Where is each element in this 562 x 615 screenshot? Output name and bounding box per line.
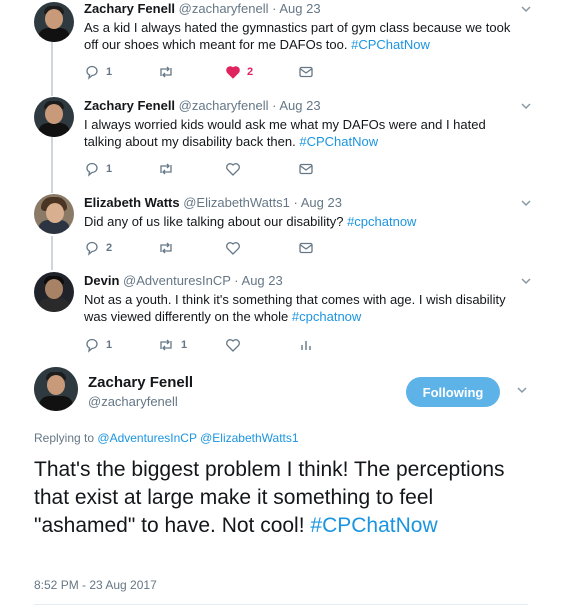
avatar[interactable]	[34, 272, 74, 312]
reply-icon	[86, 241, 98, 256]
separator-dot: ·	[272, 1, 277, 16]
tweet-body: As a kid I always hated the gymnastics p…	[84, 20, 511, 52]
analytics-icon	[301, 341, 311, 350]
reply-icon	[86, 338, 98, 353]
retweet-icon	[160, 242, 172, 254]
tweet-time[interactable]: Aug 23	[242, 273, 283, 288]
tweet-text: I always worried kids would ask me what …	[84, 116, 524, 150]
replying-to: Replying to @AdventuresInCP @ElizabethWa…	[34, 431, 299, 445]
reply-count: 1	[106, 163, 113, 175]
hashtag-link[interactable]: #cpchatnow	[347, 214, 416, 229]
reply-button[interactable]: 2	[84, 240, 112, 256]
hashtag-link[interactable]: #CPChatNow	[310, 514, 437, 537]
separator-dot: ·	[272, 98, 277, 113]
reply-count: 1	[106, 66, 113, 78]
author-name[interactable]: Elizabeth Watts	[84, 195, 180, 210]
reply-button[interactable]: 1	[84, 161, 112, 177]
tweet-text: As a kid I always hated the gymnastics p…	[84, 19, 524, 53]
author-handle[interactable]: @zacharyfenell	[179, 98, 269, 113]
main-tweet-text: That's the biggest problem I think! The …	[34, 456, 514, 540]
tweet-text: Did any of us like talking about our dis…	[84, 213, 524, 230]
heart-icon	[226, 66, 240, 79]
mention-link[interactable]: @AdventuresInCP	[97, 431, 196, 445]
hashtag-link[interactable]: #CPChatNow	[299, 134, 378, 149]
tweet-actions: 1	[84, 161, 384, 177]
tweet-header: Devin @AdventuresInCP · Aug 23	[84, 273, 283, 288]
author-handle[interactable]: @AdventuresInCP	[123, 273, 231, 288]
main-avatar[interactable]	[34, 367, 78, 411]
retweet-icon	[160, 339, 172, 351]
tweet-timestamp[interactable]: 8:52 PM - 23 Aug 2017	[34, 578, 157, 592]
like-button[interactable]	[225, 337, 241, 353]
reply-icon	[86, 65, 98, 80]
author-name[interactable]: Zachary Fenell	[84, 98, 175, 113]
dm-button[interactable]	[298, 64, 314, 80]
mention-link[interactable]: @ElizabethWatts1	[200, 431, 298, 445]
retweet-count: 1	[181, 339, 188, 351]
reply-button[interactable]: 1	[84, 337, 112, 353]
avatar[interactable]	[34, 194, 74, 234]
dm-button[interactable]	[298, 240, 314, 256]
dm-button[interactable]	[298, 161, 314, 177]
heart-icon	[226, 339, 240, 352]
tweet-body: Did any of us like talking about our dis…	[84, 214, 344, 229]
tweet-text: Not as a youth. I think it's something t…	[84, 291, 524, 325]
tweet-time[interactable]: Aug 23	[301, 195, 342, 210]
reply-count: 2	[106, 242, 113, 254]
tweet[interactable]: Elizabeth Watts @ElizabethWatts1 · Aug 2…	[0, 193, 562, 263]
reply-button[interactable]: 1	[84, 64, 112, 80]
tweet-header: Zachary Fenell @zacharyfenell · Aug 23	[84, 1, 321, 16]
tweet-actions: 2	[84, 240, 384, 256]
like-button[interactable]: 2	[225, 64, 253, 80]
main-author-name[interactable]: Zachary Fenell	[88, 374, 193, 391]
tweet-header: Zachary Fenell @zacharyfenell · Aug 23	[84, 98, 321, 113]
separator-dot: ·	[234, 273, 239, 288]
retweet-button[interactable]	[157, 161, 175, 177]
retweet-icon	[160, 66, 172, 78]
heart-icon	[226, 242, 240, 255]
hashtag-link[interactable]: #cpchatnow	[292, 309, 361, 324]
heart-icon	[226, 163, 240, 176]
following-button[interactable]: Following	[406, 377, 500, 407]
author-handle[interactable]: @ElizabethWatts1	[183, 195, 290, 210]
author-handle[interactable]: @zacharyfenell	[179, 1, 269, 16]
envelope-icon	[299, 163, 313, 175]
reply-count: 1	[106, 339, 113, 351]
tweet[interactable]: Zachary Fenell @zacharyfenell · Aug 23 A…	[0, 0, 562, 88]
chevron-down-icon[interactable]	[516, 384, 528, 399]
chevron-down-icon[interactable]	[520, 197, 532, 209]
analytics-button[interactable]	[298, 337, 314, 353]
tweet-body: I always worried kids would ask me what …	[84, 117, 486, 149]
avatar-image	[34, 367, 78, 411]
chevron-down-icon[interactable]	[520, 275, 532, 287]
tweet[interactable]: Devin @AdventuresInCP · Aug 23 Not as a …	[0, 270, 562, 360]
tweet-time[interactable]: Aug 23	[279, 1, 320, 16]
separator-dot: ·	[293, 195, 298, 210]
chevron-down-icon[interactable]	[520, 100, 532, 112]
hashtag-link[interactable]: #CPChatNow	[351, 37, 430, 52]
divider	[34, 604, 528, 605]
tweet-time[interactable]: Aug 23	[279, 98, 320, 113]
author-name[interactable]: Devin	[84, 273, 119, 288]
retweet-icon	[160, 163, 172, 175]
replying-label: Replying to	[34, 431, 95, 445]
main-author-handle[interactable]: @zacharyfenell	[88, 394, 178, 409]
tweet[interactable]: Zachary Fenell @zacharyfenell · Aug 23 I…	[0, 96, 562, 186]
envelope-icon	[299, 66, 313, 78]
retweet-button[interactable]	[157, 64, 175, 80]
like-count: 2	[247, 66, 254, 78]
tweet-header: Elizabeth Watts @ElizabethWatts1 · Aug 2…	[84, 195, 342, 210]
tweet-actions: 1 2	[84, 64, 384, 80]
author-name[interactable]: Zachary Fenell	[84, 1, 175, 16]
tweet-actions: 1 1	[84, 337, 384, 353]
retweet-button[interactable]: 1	[157, 337, 187, 353]
like-button[interactable]	[225, 161, 241, 177]
reply-icon	[86, 162, 98, 177]
avatar[interactable]	[34, 97, 74, 137]
avatar[interactable]	[34, 2, 74, 42]
retweet-button[interactable]	[157, 240, 175, 256]
envelope-icon	[299, 242, 313, 254]
chevron-down-icon[interactable]	[520, 3, 532, 15]
like-button[interactable]	[225, 240, 241, 256]
